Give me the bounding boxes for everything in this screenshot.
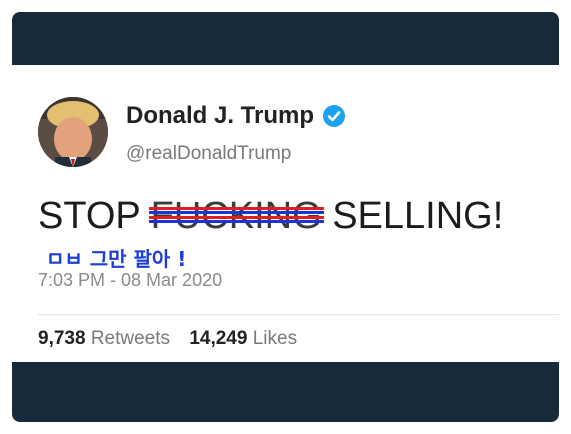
display-name-text: Donald J. Trump [126, 102, 315, 129]
tweet-text-end: SELLING! [321, 195, 504, 237]
image-frame: Donald J. Trump @realDonaldTrump STOP FU… [12, 12, 559, 422]
strike-line [148, 216, 324, 219]
retweet-count: 9,738 [38, 328, 86, 349]
overlay-caption: ㅁㅂ 그만 팔아 ! [46, 247, 187, 271]
strike-line [148, 207, 324, 210]
struck-word: FUCKING [148, 195, 324, 238]
strike-line [148, 211, 324, 214]
avatar-photo [38, 97, 108, 167]
display-name[interactable]: Donald J. Trump [126, 102, 346, 130]
retweet-label[interactable]: Retweets [91, 328, 170, 349]
tweet-text-start: STOP [38, 195, 151, 237]
like-count: 14,249 [189, 328, 248, 349]
like-label[interactable]: Likes [253, 328, 297, 349]
strike-line [148, 220, 324, 223]
avatar[interactable] [38, 97, 108, 167]
tweet-text: STOP FUCKING SELLING! [38, 195, 503, 238]
tweet-timestamp[interactable]: 7:03 PM - 08 Mar 2020 [38, 270, 222, 291]
user-handle[interactable]: @realDonaldTrump [126, 143, 291, 165]
divider [38, 314, 559, 315]
tweet-card: Donald J. Trump @realDonaldTrump STOP FU… [12, 65, 559, 362]
verified-badge-icon [323, 105, 346, 127]
tweet-stats: 9,738 Retweets 14,249 Likes [38, 328, 297, 350]
